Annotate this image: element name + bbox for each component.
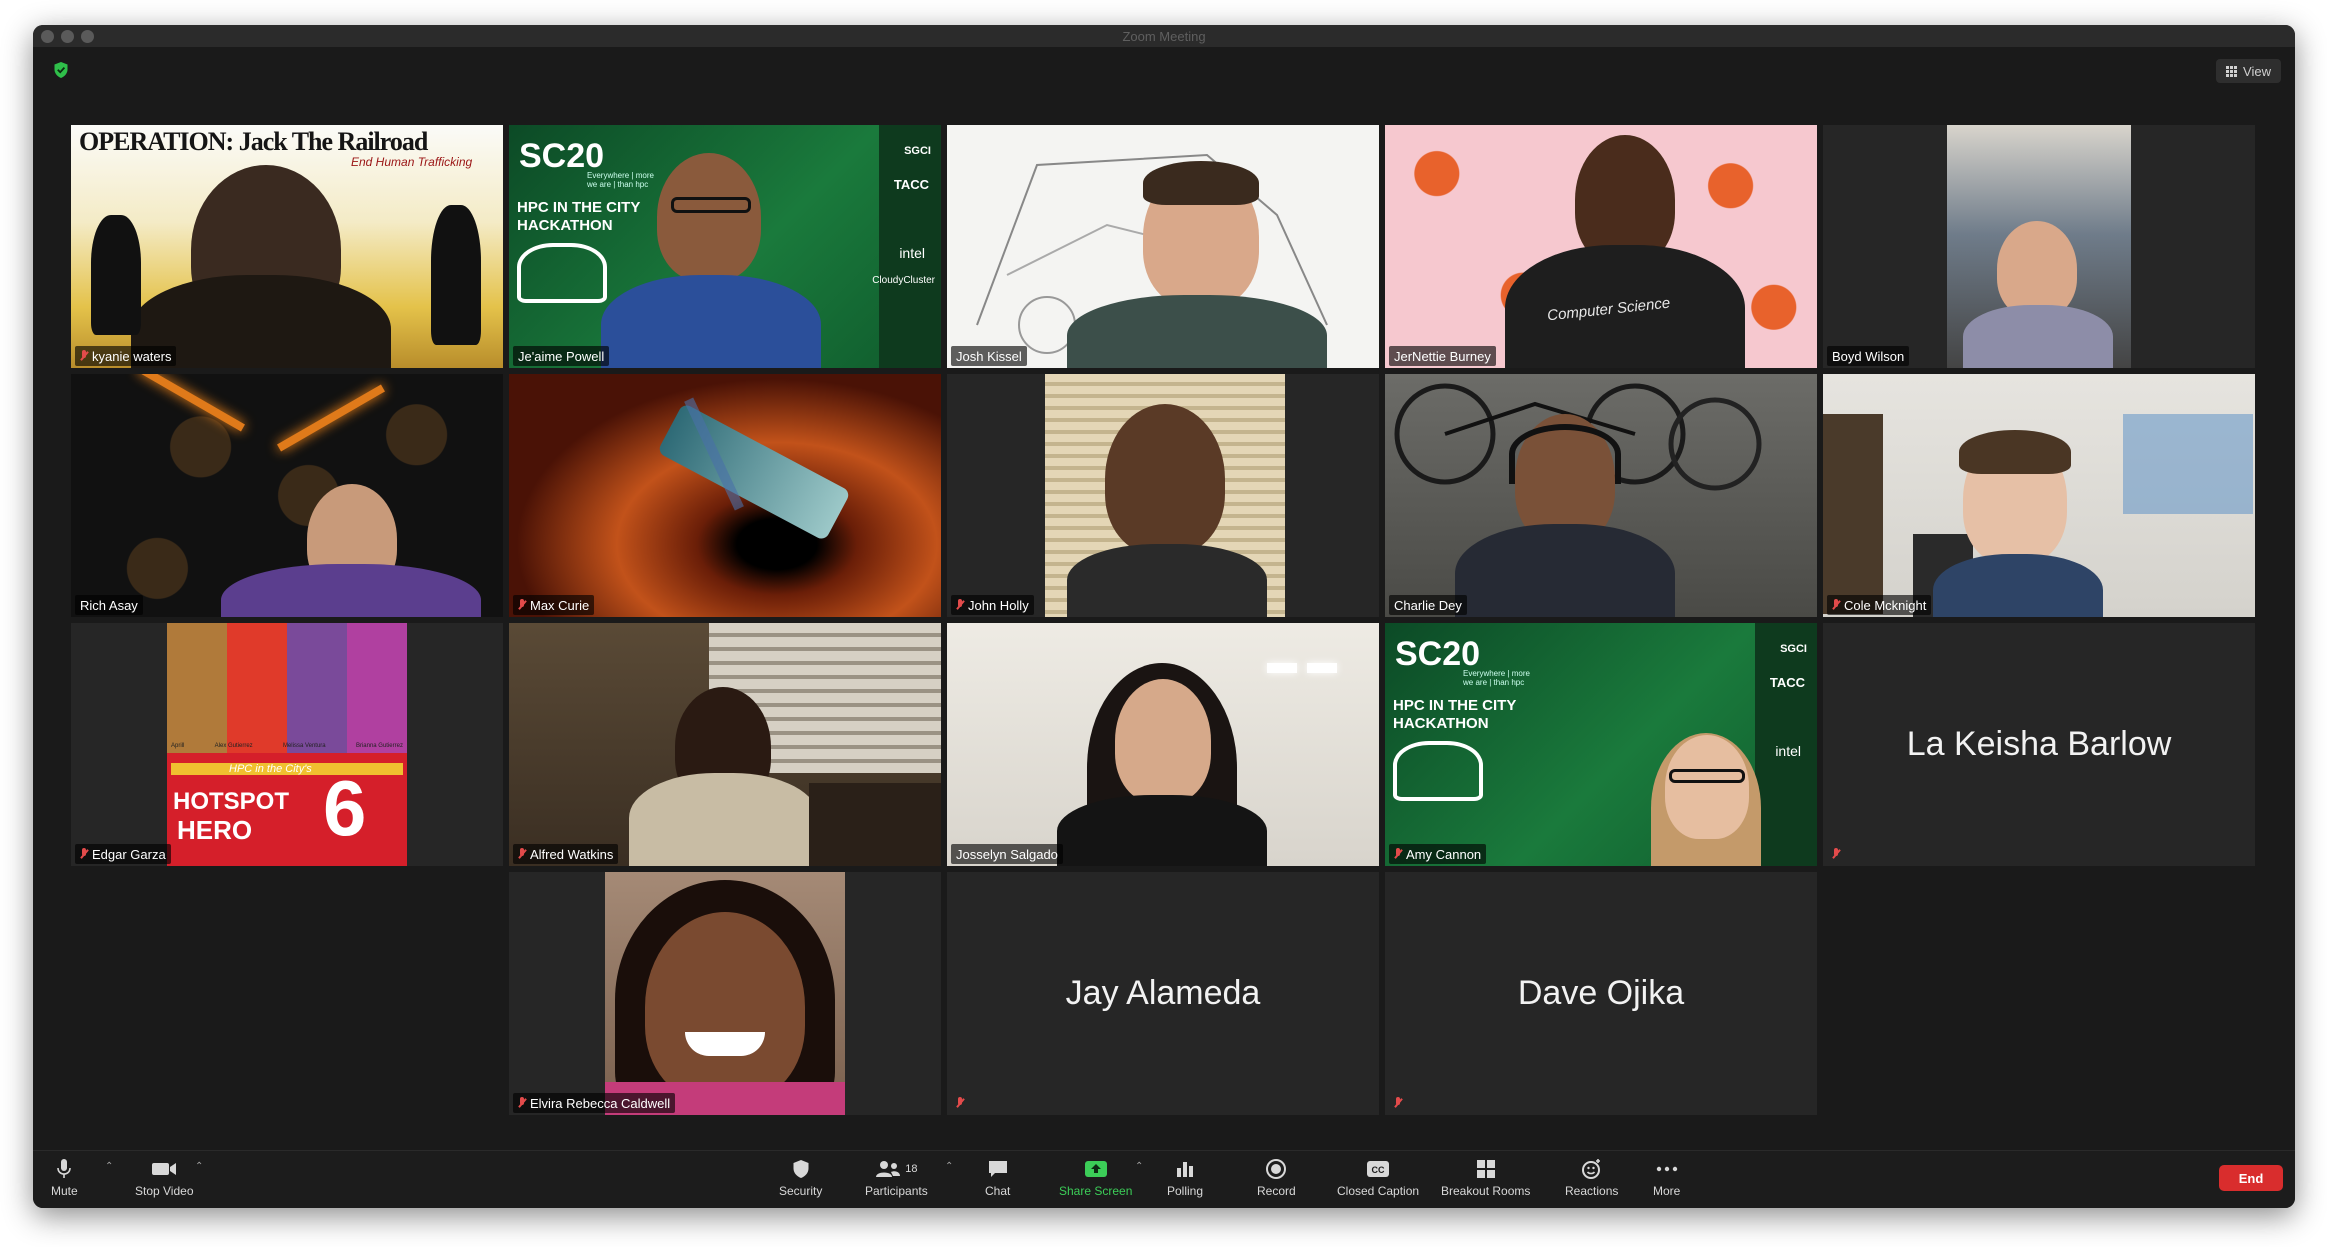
video-tile[interactable]: Elvira Rebecca Caldwell [509, 872, 941, 1115]
muted-mic-icon [1394, 848, 1402, 860]
title-bar: Zoom Meeting [33, 25, 2295, 47]
reactions-button[interactable]: Reactions [1565, 1157, 1618, 1198]
polling-button[interactable]: Polling [1167, 1157, 1203, 1198]
participant-name-tag: Edgar Garza [75, 844, 171, 864]
background-banner-text: OPERATION: Jack The Railroad [79, 127, 428, 156]
meeting-controls-toolbar: Mute ⌃ Stop Video ⌃ Security 18 Particip… [33, 1150, 2295, 1208]
share-screen-icon [1084, 1161, 1107, 1177]
breakout-rooms-button[interactable]: Breakout Rooms [1441, 1157, 1530, 1198]
participant-name-tag [1389, 1093, 1407, 1113]
video-tile-off[interactable]: Jay Alameda [947, 872, 1379, 1115]
closed-caption-icon: CC [1367, 1161, 1390, 1177]
muted-mic-icon [518, 599, 526, 611]
hackathon-icon [517, 243, 607, 303]
grid-view-icon [2226, 65, 2238, 77]
video-tile[interactable]: Max Curie [509, 374, 941, 617]
muted-mic-icon [518, 1097, 526, 1109]
participant-name-tag: Amy Cannon [1389, 844, 1487, 864]
more-dots-icon [1656, 1166, 1677, 1172]
muted-mic-icon [518, 848, 526, 860]
video-tile[interactable]: John Holly [947, 374, 1379, 617]
video-tile[interactable]: OPERATION: Jack The Railroad End Human T… [71, 125, 503, 368]
participants-options-caret[interactable]: ⌃ [945, 1161, 953, 1172]
security-button[interactable]: Security [779, 1157, 822, 1198]
video-tile[interactable]: Charlie Dey [1385, 374, 1817, 617]
participant-name-tag: kyanie waters [75, 346, 177, 366]
video-tile[interactable]: Aprill Alex Gutierrez Melissa Ventura Br… [71, 623, 503, 866]
share-options-caret[interactable]: ⌃ [1135, 1161, 1143, 1172]
video-tile[interactable]: SC20 Everywhere | more we are | than hpc… [509, 125, 941, 368]
participants-count: 18 [905, 1163, 918, 1175]
video-options-caret[interactable]: ⌃ [195, 1161, 203, 1172]
participant-name-tag: Elvira Rebecca Caldwell [513, 1093, 676, 1113]
participant-name-tag: Josh Kissel [951, 346, 1027, 366]
participant-name-tag: Rich Asay [75, 595, 143, 615]
video-tile[interactable]: Josh Kissel [947, 125, 1379, 368]
closed-caption-button[interactable]: CC Closed Caption [1337, 1157, 1419, 1198]
video-tile-off[interactable]: Dave Ojika [1385, 872, 1817, 1115]
participant-name-tag: Je'aime Powell [513, 346, 610, 366]
end-meeting-button[interactable]: End [2219, 1165, 2283, 1191]
muted-mic-icon [956, 599, 964, 611]
mute-button[interactable]: Mute [51, 1157, 78, 1198]
participant-name-tag: Alfred Watkins [513, 844, 619, 864]
video-tile[interactable]: Alfred Watkins [509, 623, 941, 866]
background-banner-subtitle: End Human Trafficking [351, 155, 473, 169]
view-button[interactable]: View [2216, 59, 2281, 83]
microphone-icon [57, 1159, 72, 1178]
people-icon [876, 1161, 901, 1177]
record-button[interactable]: Record [1257, 1157, 1296, 1198]
zoom-window: Zoom Meeting View OPERATION: Jack The Ra… [33, 25, 2295, 1208]
video-tile[interactable]: Boyd Wilson [1823, 125, 2255, 368]
participant-name-tag: Boyd Wilson [1827, 346, 1910, 366]
participant-name-tag: JerNettie Burney [1389, 346, 1496, 366]
share-screen-button[interactable]: Share Screen [1059, 1157, 1132, 1198]
record-icon [1266, 1159, 1287, 1179]
chat-bubble-icon [988, 1161, 1007, 1177]
participant-name-tag [951, 1093, 969, 1113]
more-button[interactable]: More [1653, 1157, 1680, 1198]
bar-chart-icon [1177, 1162, 1194, 1177]
muted-mic-icon [956, 1097, 964, 1109]
chat-button[interactable]: Chat [985, 1157, 1010, 1198]
muted-mic-icon [1832, 599, 1840, 611]
svg-text:CC: CC [1372, 1165, 1385, 1175]
video-tile[interactable]: Rich Asay [71, 374, 503, 617]
shield-icon [793, 1160, 809, 1178]
window-title: Zoom Meeting [1122, 29, 1206, 44]
video-tile-active-speaker[interactable]: Josselyn Salgado [947, 623, 1379, 866]
hackathon-icon [1393, 741, 1483, 801]
video-tile[interactable]: Cole Mcknight [1823, 374, 2255, 617]
breakout-rooms-icon [1476, 1160, 1495, 1178]
smiley-icon [1581, 1159, 1600, 1179]
audio-options-caret[interactable]: ⌃ [105, 1161, 113, 1172]
participant-name-tag: John Holly [951, 595, 1034, 615]
participant-name-tag [1827, 844, 1845, 864]
video-tile-off[interactable]: La Keisha Barlow [1823, 623, 2255, 866]
muted-mic-icon [80, 848, 88, 860]
participant-name-tag: Josselyn Salgado [951, 844, 1063, 864]
shield-check-icon[interactable] [53, 61, 69, 79]
participant-display-name: Dave Ojika [1517, 974, 1685, 1012]
muted-mic-icon [80, 350, 88, 362]
participant-name-tag: Cole Mcknight [1827, 595, 1932, 615]
stop-video-button[interactable]: Stop Video [135, 1157, 194, 1198]
participants-button[interactable]: 18 Participants [865, 1157, 928, 1198]
participant-display-name: La Keisha Barlow [1906, 725, 2172, 763]
participant-name-tag: Charlie Dey [1389, 595, 1467, 615]
video-tile[interactable]: SC20 Everywhere | more we are | than hpc… [1385, 623, 1817, 866]
muted-mic-icon [1832, 848, 1840, 860]
video-camera-icon [152, 1163, 177, 1175]
video-tile[interactable]: Computer Science JerNettie Burney [1385, 125, 1817, 368]
participant-name-tag: Max Curie [513, 595, 595, 615]
participant-display-name: Jay Alameda [1065, 974, 1261, 1012]
muted-mic-icon [1394, 1097, 1402, 1109]
